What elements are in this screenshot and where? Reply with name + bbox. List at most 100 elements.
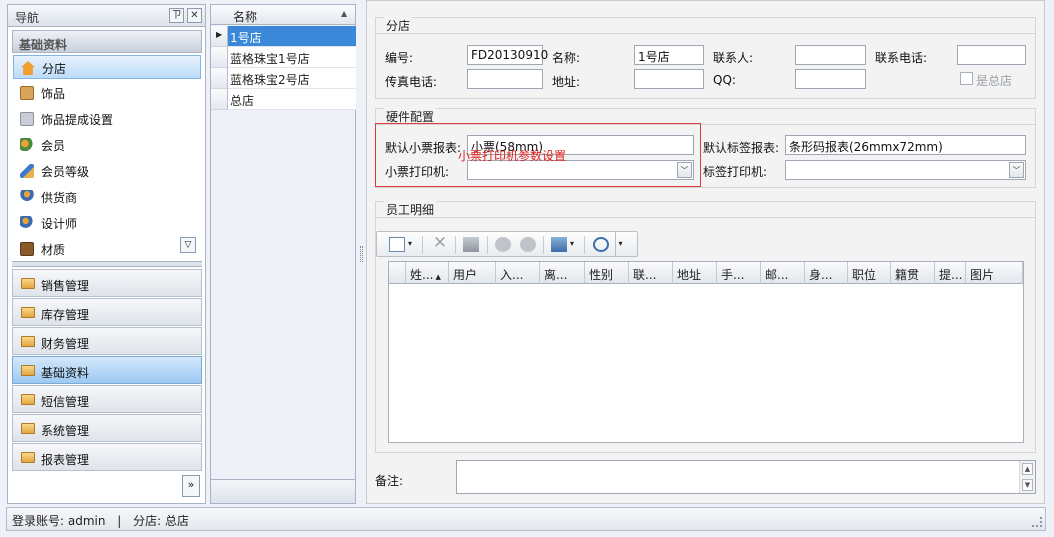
search-icon[interactable] — [593, 237, 609, 252]
column-header[interactable]: 籍贯 — [891, 262, 935, 284]
column-header[interactable]: 身... — [805, 262, 848, 284]
column-header[interactable]: 职位 — [848, 262, 891, 284]
label-printer-select[interactable]: ﹀ — [785, 160, 1026, 180]
close-icon[interactable]: ✕ — [187, 8, 202, 23]
toolbar-separator — [422, 236, 423, 254]
code-field[interactable]: FD20130910 — [467, 45, 548, 65]
scroll-down-icon[interactable]: ▼ — [1022, 479, 1033, 491]
column-header[interactable]: 用户 — [449, 262, 496, 284]
resize-grip-icon[interactable] — [1032, 517, 1042, 527]
code-label: 编号: — [385, 51, 414, 65]
expand-groups-icon[interactable]: » — [182, 475, 200, 497]
row-header — [211, 89, 228, 110]
detail-panel: 分店 编号: FD20130910 名称: 1号店 联系人: 联系电话: 传真电… — [366, 0, 1045, 504]
list-item[interactable]: 1号店 — [228, 26, 356, 47]
nav-item-label: 饰品 — [41, 87, 66, 101]
column-header[interactable]: 图片 — [966, 262, 1023, 284]
new-doc-icon[interactable] — [389, 237, 405, 252]
name-label: 名称: — [552, 51, 581, 65]
chevron-down-icon[interactable]: ﹀ — [1009, 162, 1024, 178]
list-item[interactable]: 蓝格珠宝1号店 — [228, 47, 356, 68]
name-field[interactable]: 1号店 — [634, 45, 704, 65]
fax-field[interactable] — [467, 69, 543, 89]
column-header[interactable]: 入... — [496, 262, 540, 284]
address-field[interactable] — [634, 69, 704, 89]
nav-section-title: 基础资料 — [12, 30, 202, 53]
nav-splitter[interactable] — [12, 261, 202, 267]
remark-field[interactable]: ▲ ▼ — [456, 460, 1036, 494]
list-item[interactable]: 蓝格珠宝2号店 — [228, 68, 356, 89]
nav-item-member-level[interactable]: 会员等级 — [13, 159, 201, 183]
home-icon — [21, 61, 35, 75]
list-item[interactable]: 总店 — [228, 89, 356, 110]
column-header[interactable]: 手... — [717, 262, 761, 284]
contact-field[interactable] — [795, 45, 866, 65]
store-group: 分店 编号: FD20130910 名称: 1号店 联系人: 联系电话: 传真电… — [375, 17, 1036, 99]
navigation-panel: 导航 ㄗ ✕ 基础资料 分店 饰品 饰品提成设置 会员 会员等级 供货商 设计师… — [7, 4, 206, 504]
nav-title: 导航 — [15, 11, 40, 25]
chevron-down-icon[interactable]: ▾ — [408, 239, 412, 248]
qq-field[interactable] — [795, 69, 866, 89]
sort-asc-icon: ▲ — [341, 9, 348, 18]
column-header[interactable]: 提... — [935, 262, 966, 284]
row-header — [389, 262, 406, 284]
toolbar-overflow-icon[interactable]: ▾ — [615, 231, 625, 257]
group-basic-data[interactable]: 基础资料 — [12, 356, 202, 384]
label-printer-label: 标签打印机: — [703, 165, 768, 179]
nav-item-material[interactable]: 材质 — [13, 237, 201, 261]
group-report[interactable]: 报表管理 — [12, 443, 202, 471]
current-store: 分店: 总店 — [133, 514, 190, 528]
grip-icon — [360, 246, 363, 262]
nav-item-label: 供货商 — [41, 191, 78, 205]
group-system[interactable]: 系统管理 — [12, 414, 202, 442]
move-down-icon[interactable] — [520, 237, 536, 252]
column-header[interactable]: 邮... — [761, 262, 805, 284]
group-finance[interactable]: 财务管理 — [12, 327, 202, 355]
group-label: 销售管理 — [41, 279, 90, 293]
nav-item-label: 饰品提成设置 — [41, 113, 114, 127]
store-list-header[interactable]: 名称 ▲ — [211, 5, 355, 25]
contact-label: 联系人: — [713, 51, 754, 65]
folder-icon — [21, 336, 35, 347]
pin-icon[interactable]: ㄗ — [169, 8, 184, 23]
nav-item-commission[interactable]: 饰品提成设置 — [13, 107, 201, 131]
column-header-name: 名称 — [233, 10, 258, 24]
label-report-field[interactable]: 条形码报表(26mmx72mm) — [785, 135, 1026, 155]
group-sms[interactable]: 短信管理 — [12, 385, 202, 413]
delete-icon[interactable]: ✕ — [432, 235, 448, 252]
group-inventory[interactable]: 库存管理 — [12, 298, 202, 326]
folder-icon — [21, 365, 35, 376]
store-list-footer — [211, 479, 355, 503]
nav-item-accessory[interactable]: 饰品 — [13, 81, 201, 105]
move-up-icon[interactable] — [495, 237, 511, 252]
current-row-icon: ▶ — [216, 30, 223, 39]
column-header[interactable]: 姓... ▲ — [406, 262, 449, 284]
headquarters-checkbox[interactable] — [960, 72, 973, 85]
status-divider: | — [117, 514, 122, 528]
column-label: 姓... — [410, 268, 434, 282]
column-header[interactable]: 离... — [540, 262, 585, 284]
nav-item-member[interactable]: 会员 — [13, 133, 201, 157]
folder-icon — [21, 307, 35, 318]
column-header[interactable]: 性别 — [585, 262, 629, 284]
group-sales[interactable]: 销售管理 — [12, 269, 202, 297]
column-header[interactable]: 联... — [629, 262, 673, 284]
vertical-splitter[interactable] — [359, 0, 365, 504]
group-label: 财务管理 — [41, 337, 90, 351]
chevron-down-icon[interactable]: ▾ — [570, 239, 574, 248]
phone-field[interactable] — [957, 45, 1026, 65]
remark-scrollbar[interactable]: ▲ ▼ — [1019, 461, 1035, 493]
group-title: 员工明细 — [384, 201, 437, 218]
nav-item-label: 分店 — [42, 62, 67, 76]
print-icon[interactable] — [551, 237, 567, 252]
column-header[interactable]: 地址 — [673, 262, 717, 284]
chevron-down-icon[interactable]: ▽ — [180, 237, 196, 253]
folder-icon — [21, 423, 35, 434]
nav-item-supplier[interactable]: 供货商 — [13, 185, 201, 209]
nav-item-designer[interactable]: 设计师 — [13, 211, 201, 235]
group-label: 库存管理 — [41, 308, 90, 322]
nav-item-store[interactable]: 分店 — [13, 55, 201, 79]
qq-label: QQ: — [713, 73, 736, 87]
save-icon[interactable] — [463, 237, 479, 252]
scroll-up-icon[interactable]: ▲ — [1022, 463, 1033, 475]
